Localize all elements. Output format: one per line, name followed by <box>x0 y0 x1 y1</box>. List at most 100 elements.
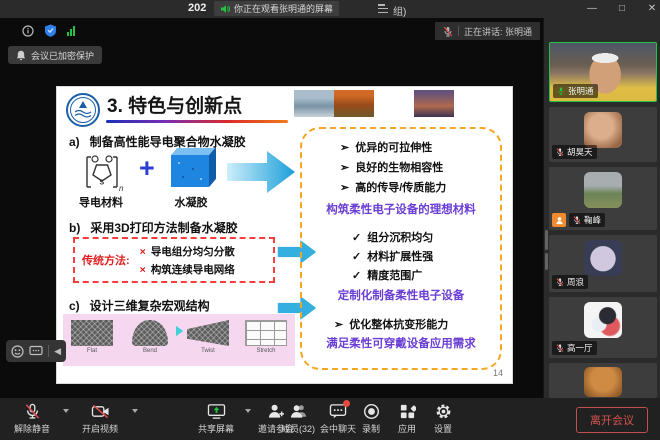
mic-muted-icon <box>556 277 564 287</box>
participant-name-chip: 高一厅 <box>552 341 597 355</box>
chat-button[interactable]: 会中聊天 <box>320 403 356 435</box>
svg-text:S: S <box>100 180 105 187</box>
participant-tile[interactable] <box>549 363 657 398</box>
campus-photo <box>374 90 414 117</box>
minimize-button[interactable]: — <box>580 1 604 17</box>
benefit-bullet: ✓组分沉积均匀 <box>352 229 433 245</box>
benefit-bullet: ➢高的传导/传质能力 <box>340 179 446 195</box>
watching-screen-text: 你正在观看张明通的屏幕 <box>234 2 333 15</box>
avatar <box>584 367 622 397</box>
hydrogel-label: 水凝胶 <box>163 194 219 210</box>
shape-bend: Bend <box>128 320 172 354</box>
mic-muted-small-icon <box>443 26 453 37</box>
campus-photo <box>294 90 334 117</box>
benefit-bullet: ✓材料扩展性强 <box>352 248 433 264</box>
svg-text:n: n <box>119 184 124 193</box>
avatar <box>584 240 622 276</box>
participant-name-chip: 鞠峰 <box>569 213 605 227</box>
watching-screen-toast: 你正在观看张明通的屏幕 <box>214 1 339 16</box>
barrage-chat-icon[interactable] <box>29 345 43 357</box>
share-options-caret[interactable] <box>245 409 251 413</box>
mic-active-icon <box>557 86 565 96</box>
share-screen-button[interactable]: 共享屏幕 <box>198 403 234 435</box>
share-screen-icon <box>207 403 226 420</box>
close-button[interactable]: ✕ <box>640 1 660 17</box>
university-logo <box>65 92 101 128</box>
info-icon[interactable] <box>22 25 34 37</box>
benefit-bullet: ➢良好的生物相容性 <box>340 159 443 175</box>
apps-icon <box>399 403 416 420</box>
participant-tile[interactable]: 高一厅 <box>549 297 657 358</box>
record-button[interactable]: 录制 <box>362 403 380 435</box>
benefit-conclusion: 定制化制备柔性电子设备 <box>302 287 500 303</box>
layout-icon[interactable] <box>378 4 388 13</box>
settings-button[interactable]: 设置 <box>434 403 452 435</box>
members-icon <box>289 403 308 420</box>
speaking-indicator-text: 正在讲话: 张明通 <box>464 25 532 38</box>
benefit-conclusion: 满足柔性可穿戴设备应用需求 <box>302 335 500 351</box>
benefit-bullet: ➢优异的可拉伸性 <box>340 139 432 155</box>
big-arrow-icon <box>227 149 295 195</box>
slide-title: 3. 特色与创新点 <box>107 91 242 118</box>
participant-name: 周浪 <box>567 276 584 288</box>
camera-off-icon <box>91 403 110 420</box>
traditional-method-label: 传统方法: <box>82 252 130 268</box>
meeting-window: 202 你正在观看张明通的屏幕 组) — □ ✕ 会议已加密保护 正在讲话: 张… <box>0 0 660 440</box>
members-button[interactable]: 成员(32) <box>281 403 315 435</box>
signal-strength-icon[interactable] <box>67 26 75 36</box>
leave-meeting-button[interactable]: 离开会议 <box>576 407 648 433</box>
shape-stretch: Stretch <box>244 320 288 354</box>
participant-tile[interactable]: 胡昊天 <box>549 107 657 162</box>
avatar <box>584 112 622 148</box>
participant-tile[interactable]: 周浪 <box>549 235 657 292</box>
emoji-icon[interactable] <box>11 345 24 358</box>
participant-tile[interactable]: 鞠峰 <box>549 167 657 230</box>
participant-name: 胡昊天 <box>567 146 593 158</box>
unmute-options-caret[interactable] <box>63 409 69 413</box>
maximize-button[interactable]: □ <box>610 1 634 17</box>
unmute-button[interactable]: 解除静音 <box>14 403 50 435</box>
start-video-button[interactable]: 开启视频 <box>82 403 118 435</box>
meeting-toolbar: 解除静音 开启视频 共享屏幕 邀请参会 成员(32) 会中聊天 <box>0 398 660 440</box>
collapse-arrow-icon[interactable]: ◀ <box>54 346 61 357</box>
person-badge-icon <box>552 213 566 227</box>
meeting-status-icons <box>22 24 75 37</box>
section-a-heading: a)制备高性能导电聚合物水凝胶 <box>69 133 246 150</box>
con-item: ×构筑连续导电网络 <box>140 262 235 277</box>
plus-sign: + <box>139 153 155 184</box>
participant-name-chip: 胡昊天 <box>552 145 597 159</box>
speaker-icon <box>220 4 230 14</box>
apps-button[interactable]: 应用 <box>398 403 416 435</box>
section-b-heading: b)采用3D打印方法制备水凝胶 <box>69 219 238 236</box>
titlebar-clock: 202 <box>188 2 206 14</box>
record-icon <box>363 403 380 420</box>
polymer-structure-icon: Sn <box>79 151 125 193</box>
video-options-caret[interactable] <box>132 409 138 413</box>
participant-tile-video[interactable]: 张明通 <box>549 42 657 102</box>
conductive-material-label: 导电材料 <box>69 194 133 210</box>
mic-muted-icon <box>556 147 564 157</box>
page-number: 14 <box>493 368 503 378</box>
participant-name: 高一厅 <box>567 342 593 354</box>
encryption-toast: 会议已加密保护 <box>8 46 102 64</box>
presentation-slide: 3. 特色与创新点 a)制备高性能导电聚合物水凝胶 Sn 导电材料 + 水凝胶 … <box>57 87 512 383</box>
benefit-bullet: ✓精度范围广 <box>352 267 422 283</box>
benefits-box: ➢优异的可拉伸性 ➢良好的生物相容性 ➢高的传导/传质能力 构筑柔性电子设备的理… <box>300 127 502 370</box>
participant-name: 张明通 <box>568 85 594 97</box>
mic-muted-icon <box>573 215 581 225</box>
title-underline <box>106 120 288 123</box>
benefit-conclusion: 构筑柔性电子设备的理想材料 <box>302 201 500 217</box>
bell-icon <box>16 50 26 61</box>
screen-share-area: 会议已加密保护 正在讲话: 张明通 3. 特色与创新点 a)制备高性能导电聚合物… <box>0 18 543 398</box>
macro-structure-strip: Flat Bend Twist Stretch <box>63 314 295 366</box>
reaction-minibar: ◀ <box>6 340 66 362</box>
section-c-heading: c)设计三维复杂宏观结构 <box>69 297 210 314</box>
speaking-indicator: 正在讲话: 张明通 <box>435 22 540 40</box>
chat-unread-badge <box>343 400 350 407</box>
shield-icon[interactable] <box>44 24 57 37</box>
encryption-toast-text: 会议已加密保护 <box>31 49 94 62</box>
sidebar-scrollbar[interactable] <box>545 253 548 270</box>
sidebar-scrollbar[interactable] <box>545 230 548 250</box>
participant-name: 鞠峰 <box>584 214 601 226</box>
benefit-bullet: ➢优化整体抗变形能力 <box>334 316 448 332</box>
